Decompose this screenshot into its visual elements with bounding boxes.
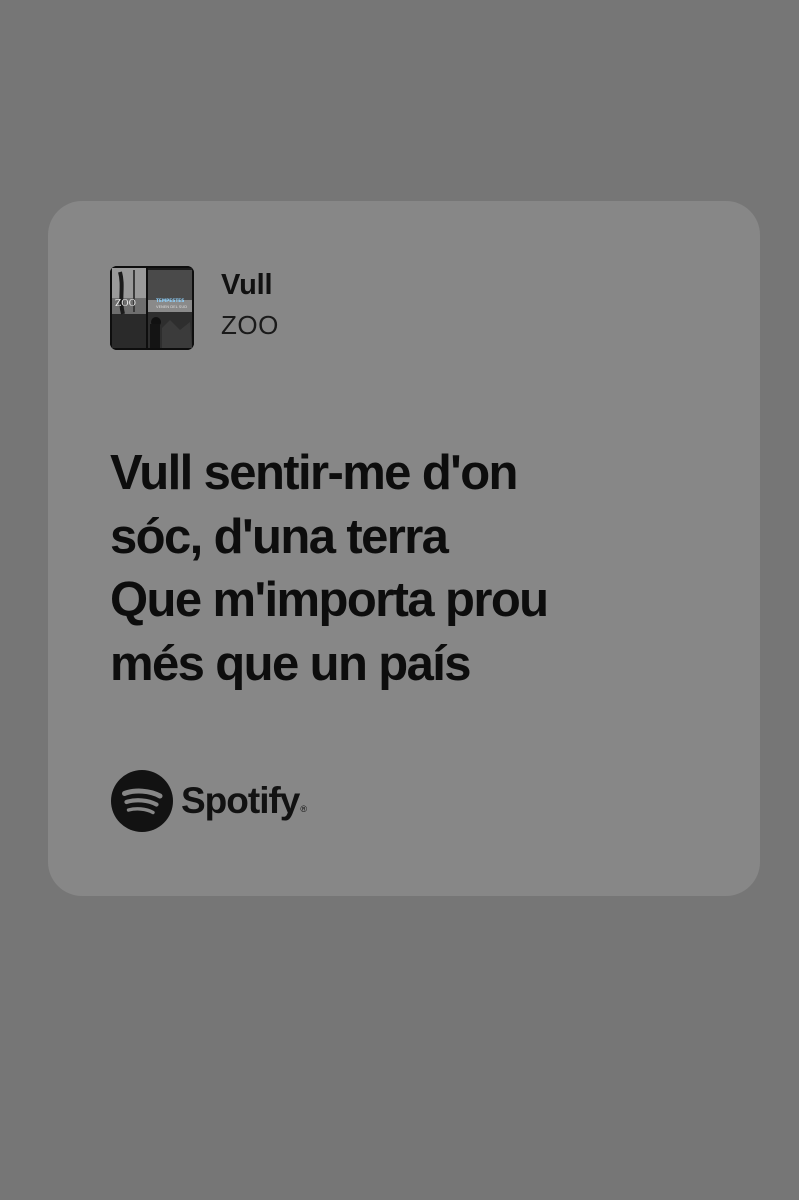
spotify-logo-icon xyxy=(111,770,173,832)
lyrics-block: Vull sentir-me d'on sóc, d'una terra Que… xyxy=(110,442,730,696)
album-cover: ZOO TEMPESTES VENEN DEL SUD xyxy=(110,266,194,350)
share-screen: ZOO TEMPESTES VENEN DEL SUD Vull ZOO Vul… xyxy=(0,0,799,1200)
spotify-wordmark: Spotify® xyxy=(181,780,307,821)
track-meta: Vull ZOO xyxy=(221,267,279,343)
track-header[interactable]: ZOO TEMPESTES VENEN DEL SUD Vull ZOO xyxy=(110,266,279,350)
lyric-line: més que un país xyxy=(110,636,472,691)
lyrics-card[interactable]: ZOO TEMPESTES VENEN DEL SUD Vull ZOO Vul… xyxy=(48,201,760,896)
lyric-line: sóc, d'una terra xyxy=(110,509,449,564)
track-title: Vull xyxy=(221,269,273,301)
lyric-line: Vull sentir-me d'on xyxy=(110,446,518,500)
svg-text:ZOO: ZOO xyxy=(115,299,136,309)
track-artist: ZOO xyxy=(221,310,279,340)
album-cover-art: ZOO TEMPESTES VENEN DEL SUD xyxy=(110,266,194,350)
spotify-brand[interactable]: Spotify® xyxy=(110,769,307,833)
lyric-line: Que m'importa prou xyxy=(110,573,549,627)
svg-text:VENEN DEL SUD: VENEN DEL SUD xyxy=(156,304,187,309)
